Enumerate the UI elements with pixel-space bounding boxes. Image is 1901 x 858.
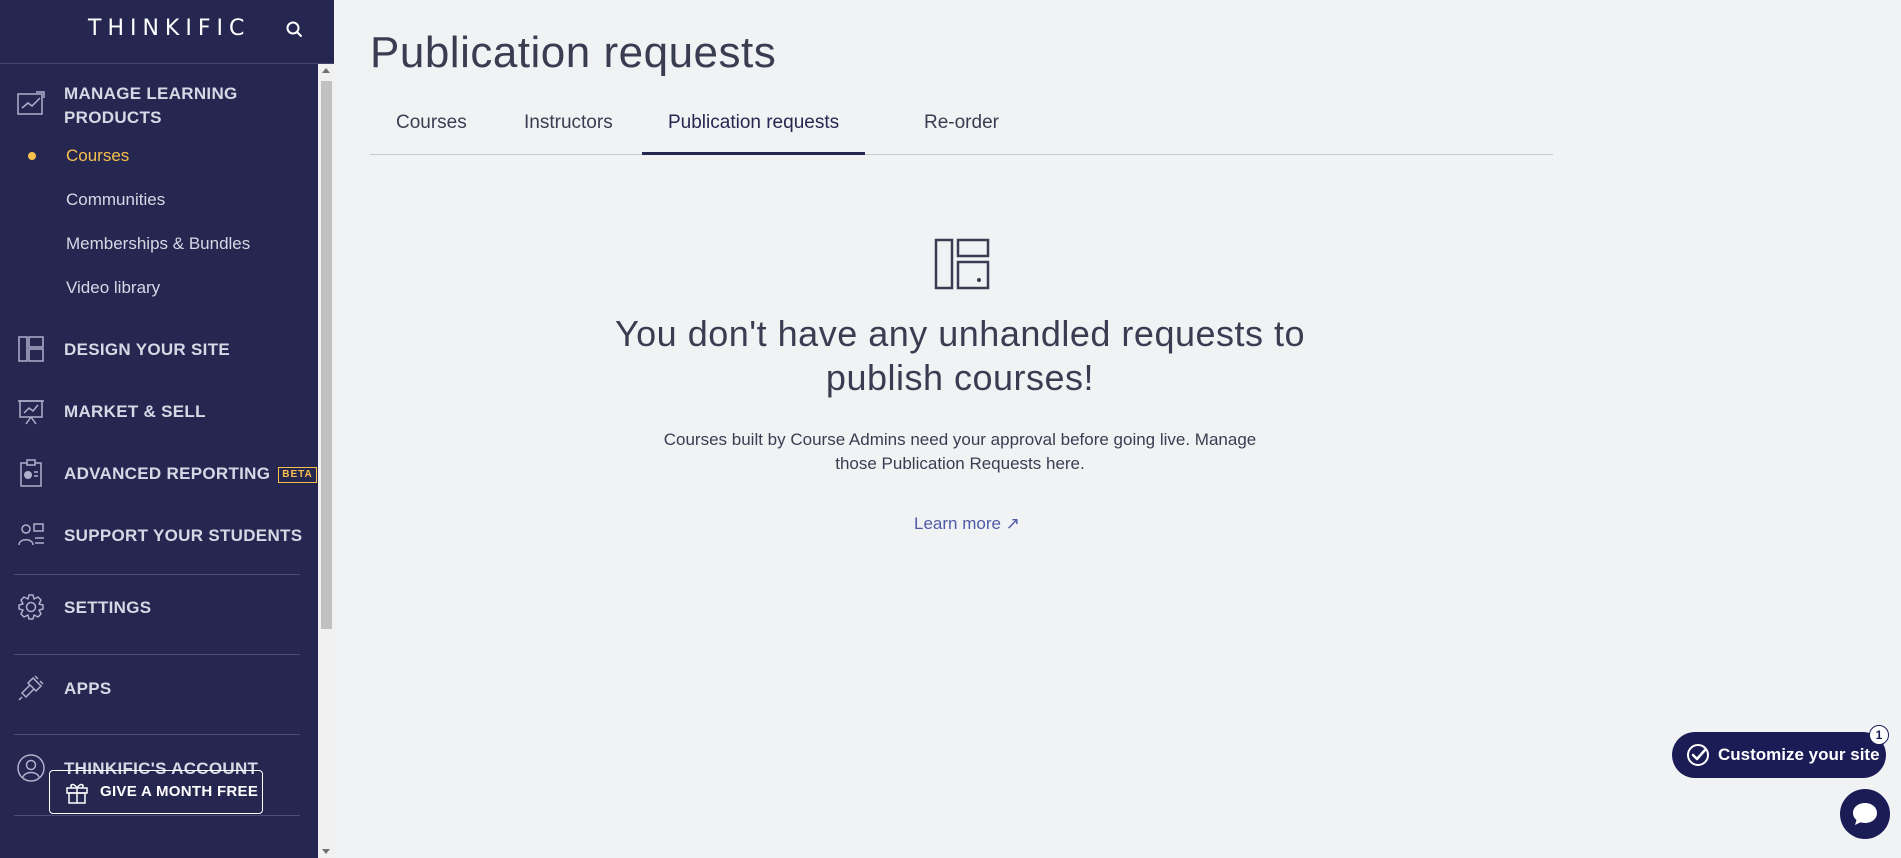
tab-instructors[interactable]: Instructors xyxy=(498,100,639,155)
sidebar: THINKIFIC MANAGE LEARNING PRODUCTS Cours… xyxy=(0,0,334,858)
beta-badge: BETA xyxy=(278,467,317,483)
check-badge-icon xyxy=(1687,744,1709,766)
tab-publication-requests[interactable]: Publication requests xyxy=(642,100,866,155)
reporting-icon xyxy=(20,459,42,487)
thinkific-logo[interactable]: THINKIFIC xyxy=(88,16,250,41)
nav-advanced-reporting[interactable]: ADVANCED REPORTING BETA xyxy=(64,462,317,486)
sidebar-scrollbar[interactable] xyxy=(318,64,334,858)
give-month-free-label: GIVE A MONTH FREE xyxy=(100,783,259,800)
nav-advanced-reporting-label: ADVANCED REPORTING xyxy=(64,464,271,483)
support-students-icon xyxy=(18,523,44,546)
empty-state-description: Courses built by Course Admins need your… xyxy=(663,430,1257,473)
tab-courses[interactable]: Courses xyxy=(370,100,493,155)
scrollbar-thumb[interactable] xyxy=(321,81,332,629)
active-dot xyxy=(28,152,36,160)
nav-manage-learning-products[interactable]: MANAGE LEARNING PRODUCTS xyxy=(64,82,294,130)
sidebar-divider xyxy=(14,734,300,735)
page-title: Publication requests xyxy=(370,28,777,77)
nav-design-your-site[interactable]: DESIGN YOUR SITE xyxy=(64,338,230,362)
tab-bar: Courses Instructors Publication requests… xyxy=(370,100,1553,155)
gear-icon xyxy=(18,594,44,620)
chat-icon xyxy=(1853,803,1877,825)
nav-item-communities[interactable]: Communities xyxy=(66,189,165,211)
search-icon[interactable] xyxy=(284,19,306,41)
design-site-icon xyxy=(18,336,44,362)
sidebar-header: THINKIFIC xyxy=(0,0,334,64)
notification-badge: 1 xyxy=(1869,725,1889,745)
layout-icon xyxy=(934,238,990,290)
nav-item-video-library[interactable]: Video library xyxy=(66,277,160,299)
customize-site-label: Customize your site xyxy=(1718,745,1880,764)
market-sell-icon xyxy=(18,400,44,425)
nav-item-memberships-bundles[interactable]: Memberships & Bundles xyxy=(66,233,250,255)
customize-site-button[interactable]: Customize your site xyxy=(1672,732,1886,778)
scroll-down-arrow[interactable] xyxy=(322,849,330,854)
nav-apps[interactable]: APPS xyxy=(64,677,112,701)
sidebar-divider xyxy=(14,815,300,816)
give-month-free-button[interactable]: GIVE A MONTH FREE xyxy=(49,770,263,814)
nav-market-sell[interactable]: MARKET & SELL xyxy=(64,400,206,424)
chat-button[interactable] xyxy=(1840,789,1890,839)
plug-icon xyxy=(18,675,44,701)
empty-state-title: You don't have any unhandled requests to… xyxy=(614,313,1306,398)
account-icon xyxy=(17,754,45,782)
sidebar-divider xyxy=(14,574,300,575)
tab-re-order[interactable]: Re-order xyxy=(898,100,1025,155)
nav-item-courses[interactable]: Courses xyxy=(66,145,129,167)
scroll-up-arrow[interactable] xyxy=(322,68,330,73)
gift-icon xyxy=(66,783,88,804)
sidebar-nav: MANAGE LEARNING PRODUCTS Courses Communi… xyxy=(0,64,318,858)
nav-settings[interactable]: SETTINGS xyxy=(64,596,151,620)
nav-support-students[interactable]: SUPPORT YOUR STUDENTS xyxy=(64,524,302,548)
manage-products-icon xyxy=(17,91,45,115)
learn-more-link[interactable]: Learn more ↗ xyxy=(914,514,1034,534)
main-content: Publication requests Courses Instructors… xyxy=(334,0,1901,858)
sidebar-divider xyxy=(14,654,300,655)
